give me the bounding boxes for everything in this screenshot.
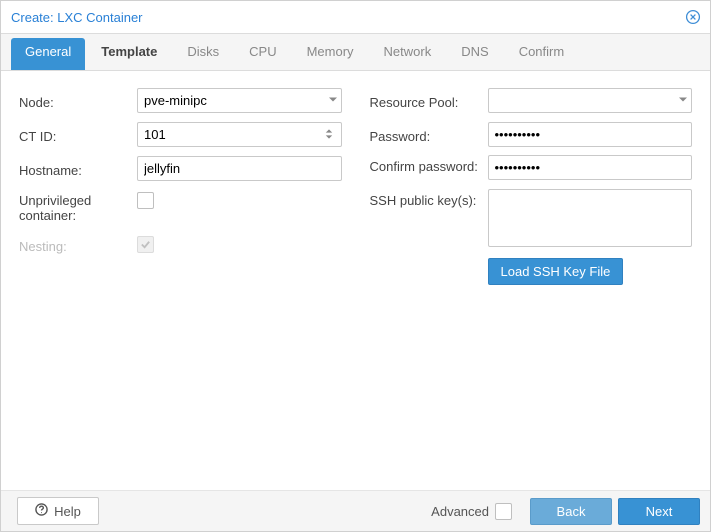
nesting-label: Nesting: (19, 235, 137, 254)
back-button[interactable]: Back (530, 498, 612, 525)
ctid-field[interactable] (137, 122, 342, 147)
node-label: Node: (19, 91, 137, 110)
confirm-password-input[interactable] (488, 155, 693, 180)
confirm-password-label: Confirm password: (370, 155, 488, 174)
spinner-icon[interactable] (325, 123, 339, 146)
help-icon (35, 503, 48, 519)
unprivileged-checkbox[interactable] (137, 192, 154, 209)
help-label: Help (54, 504, 81, 519)
node-field[interactable] (137, 88, 342, 113)
resource-pool-field[interactable] (488, 88, 693, 113)
close-icon[interactable] (684, 8, 702, 26)
load-ssh-key-button[interactable]: Load SSH Key File (488, 258, 624, 285)
resource-pool-label: Resource Pool: (370, 91, 488, 110)
ssh-keys-label: SSH public key(s): (370, 189, 488, 208)
dialog-window: Create: LXC Container General Template D… (0, 0, 711, 532)
advanced-checkbox[interactable] (495, 503, 512, 520)
unprivileged-label: Unprivileged container: (19, 189, 137, 223)
next-button[interactable]: Next (618, 498, 700, 525)
nesting-checkbox (137, 236, 154, 253)
footer-bar: Help Advanced Back Next (1, 490, 710, 531)
right-column: Resource Pool: Password: Confirm passwor… (370, 87, 693, 474)
hostname-field[interactable] (137, 156, 342, 181)
tab-disks[interactable]: Disks (173, 38, 233, 70)
tab-cpu[interactable]: CPU (235, 38, 290, 70)
tab-confirm[interactable]: Confirm (505, 38, 579, 70)
ctid-label: CT ID: (19, 125, 137, 144)
tab-memory[interactable]: Memory (293, 38, 368, 70)
ssh-keys-input[interactable] (488, 189, 693, 247)
password-label: Password: (370, 125, 488, 144)
hostname-input[interactable] (137, 156, 342, 181)
title-bar: Create: LXC Container (1, 1, 710, 34)
tab-strip: General Template Disks CPU Memory Networ… (1, 34, 710, 71)
dialog-title: Create: LXC Container (11, 10, 684, 25)
help-button[interactable]: Help (17, 497, 99, 525)
tab-network[interactable]: Network (370, 38, 446, 70)
tab-dns[interactable]: DNS (447, 38, 502, 70)
tab-general[interactable]: General (11, 38, 85, 70)
password-input[interactable] (488, 122, 693, 147)
tab-template[interactable]: Template (87, 38, 171, 70)
hostname-label: Hostname: (19, 159, 137, 178)
ctid-input[interactable] (137, 122, 342, 147)
content-area: Node: CT ID: (1, 71, 710, 490)
node-input[interactable] (137, 88, 342, 113)
resource-pool-input[interactable] (488, 88, 693, 113)
advanced-label: Advanced (431, 504, 489, 519)
left-column: Node: CT ID: (19, 87, 342, 474)
